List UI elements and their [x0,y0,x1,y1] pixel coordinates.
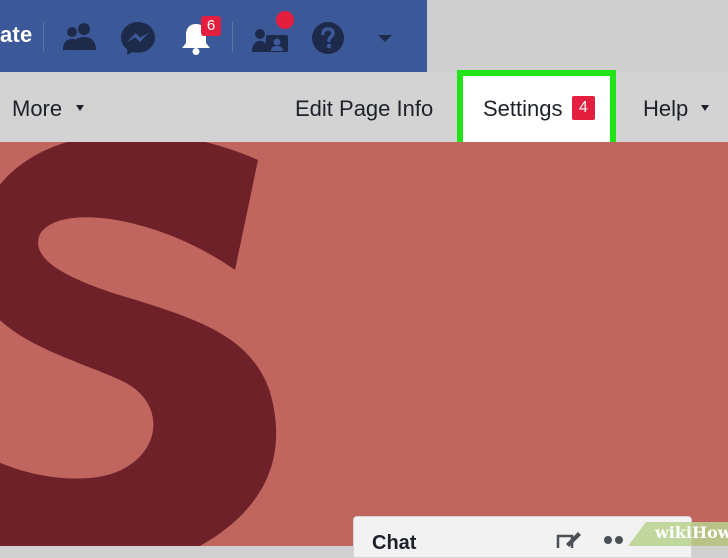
help-icon[interactable] [308,18,348,58]
edit-page-info-tab[interactable]: Edit Page Info [295,96,433,122]
dropdown-caret-icon[interactable] [376,30,394,48]
wikihow-watermark: wikiHow [655,523,728,542]
divider [43,22,44,52]
more-tab[interactable]: More [12,96,62,122]
cover-photo [0,142,728,546]
create-link[interactable]: ate [0,22,32,48]
settings-tab[interactable]: Settings [483,96,563,122]
cover-letter-s [0,142,277,546]
chevron-down-icon [76,105,84,111]
messenger-icon[interactable] [118,18,158,58]
notifications-badge: 6 [201,16,221,36]
notification-dot [276,11,294,29]
help-tab[interactable]: Help [643,96,688,122]
settings-badge: 4 [572,96,595,120]
chevron-down-icon [701,105,709,111]
top-bar-empty-area [427,0,728,72]
friends-icon[interactable] [60,18,100,58]
divider [232,22,233,52]
chat-label[interactable]: Chat [372,532,416,555]
